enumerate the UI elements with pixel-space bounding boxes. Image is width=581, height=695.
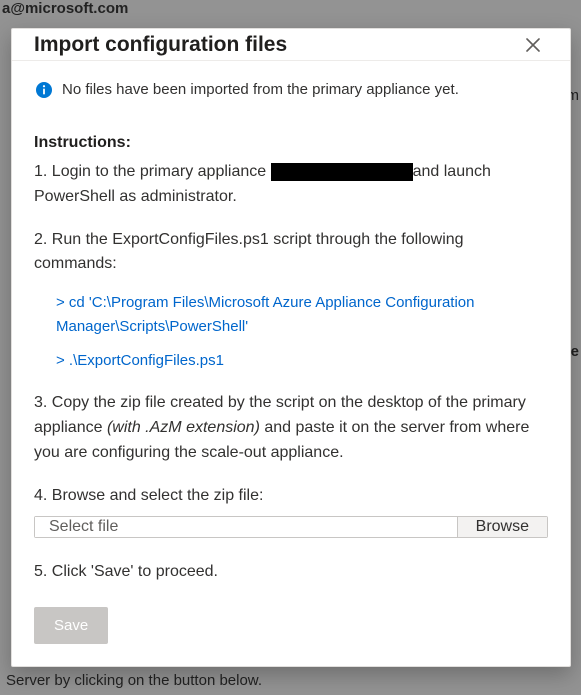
step-1: 1. Login to the primary appliance xxxxxx… — [34, 160, 548, 210]
bg-email: a@microsoft.com — [2, 0, 128, 17]
step-2: 2. Run the ExportConfigFiles.ps1 script … — [34, 228, 548, 278]
command-run-script: > .\ExportConfigFiles.ps1 — [56, 349, 548, 373]
info-bar: No files have been imported from the pri… — [34, 61, 548, 116]
step-3: 3. Copy the zip file created by the scri… — [34, 391, 548, 465]
import-config-dialog: Import configuration files No files have… — [11, 28, 571, 667]
instructions-heading: Instructions: — [34, 134, 548, 152]
file-picker-row: Browse — [34, 516, 548, 538]
info-icon — [36, 82, 52, 98]
step-3-text-b: (with .AzM extension) — [107, 419, 260, 436]
bg-bottom: Server by clicking on the button below. — [6, 672, 262, 689]
step-1-text-a: 1. Login to the primary appliance — [34, 163, 271, 180]
dialog-title: Import configuration files — [34, 33, 287, 57]
step-4: 4. Browse and select the zip file: — [34, 484, 548, 509]
step-5: 5. Click 'Save' to proceed. — [34, 560, 548, 585]
info-text: No files have been imported from the pri… — [62, 81, 459, 98]
command-cd: > cd 'C:\Program Files\Microsoft Azure A… — [56, 291, 548, 339]
browse-button[interactable]: Browse — [457, 517, 547, 537]
close-button[interactable] — [518, 30, 548, 60]
file-input[interactable] — [35, 517, 457, 537]
redacted-appliance-name: xxxxxxxxxxxxx — [271, 163, 413, 181]
dialog-header: Import configuration files — [12, 29, 570, 61]
close-icon — [526, 38, 540, 52]
save-button[interactable]: Save — [34, 607, 108, 644]
